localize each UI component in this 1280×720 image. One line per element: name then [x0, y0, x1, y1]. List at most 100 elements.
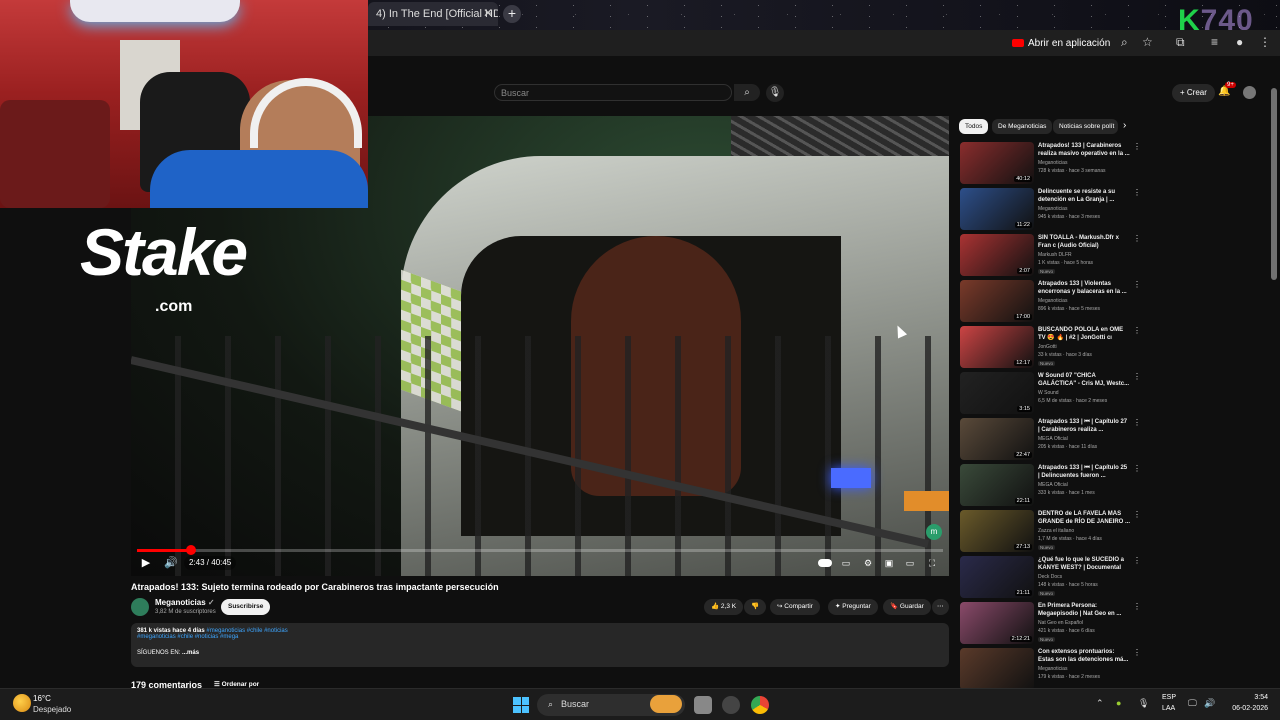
more-actions-button[interactable]: ⋯ — [932, 599, 949, 615]
speaker-icon[interactable]: 🔊 — [1204, 698, 1215, 709]
recommendation-title[interactable]: En Primera Persona: Megaepisodio | Nat G… — [1038, 602, 1130, 618]
more-vert-icon[interactable]: ⋮ — [1133, 418, 1141, 427]
language-indicator[interactable]: ESP — [1162, 694, 1176, 701]
video-thumbnail[interactable]: 3:15 — [960, 372, 1034, 414]
video-thumbnail[interactable]: 11:22 — [960, 188, 1034, 230]
tab-close-icon[interactable]: ✕ — [483, 6, 493, 20]
video-thumbnail[interactable]: 22:11 — [960, 464, 1034, 506]
recommendation-channel[interactable]: W Sound — [1038, 390, 1059, 396]
more-vert-icon[interactable]: ⋮ — [1133, 234, 1141, 243]
recommendation-title[interactable]: Atrapados! 133 | Carabineros realiza mas… — [1038, 142, 1130, 158]
video-thumbnail[interactable] — [960, 648, 1034, 690]
page-scrollbar[interactable] — [1271, 88, 1277, 280]
video-thumbnail[interactable]: 22:47 — [960, 418, 1034, 460]
account-avatar[interactable] — [1243, 86, 1256, 99]
recommendation-channel[interactable]: Meganoticias — [1038, 666, 1067, 672]
profile-icon[interactable]: ● — [1236, 35, 1243, 49]
settings-gear-icon[interactable]: ⚙ — [861, 556, 875, 570]
miniplayer-icon[interactable]: ▣ — [882, 556, 896, 570]
chevron-right-icon[interactable]: › — [1123, 120, 1126, 131]
recommendation-title[interactable]: Con extensos prontuarios: Estas son las … — [1038, 648, 1130, 664]
channel-watermark-icon[interactable]: m — [926, 524, 942, 540]
dislike-button[interactable]: 👎 — [744, 599, 767, 615]
chip-from-channel[interactable]: De Meganoticias — [992, 119, 1053, 134]
video-thumbnail[interactable]: 21:11 — [960, 556, 1034, 598]
video-thumbnail[interactable]: 12:17 — [960, 326, 1034, 368]
browser-tab[interactable]: 4) In The End [Official HD Mu — [368, 2, 498, 26]
keyboard-layout[interactable]: LAA — [1162, 705, 1175, 712]
weather-description[interactable]: Despejado — [33, 705, 71, 714]
recommendation-item[interactable]: 21:11 ¿Qué fue lo que le SUCEDIÓ a KANYE… — [960, 556, 1141, 598]
recommendation-title[interactable]: Atrapados 133 | Violentas encerronas y b… — [1038, 280, 1130, 296]
more-vert-icon[interactable]: ⋮ — [1133, 602, 1141, 611]
more-vert-icon[interactable]: ⋮ — [1133, 648, 1141, 657]
sort-comments-button[interactable]: ☰ Ordenar por — [214, 680, 259, 688]
fullscreen-icon[interactable]: ⛶ — [925, 556, 939, 570]
video-thumbnail[interactable]: 2:12:21 — [960, 602, 1034, 644]
recommendation-channel[interactable]: MEGA Oficial — [1038, 436, 1068, 442]
voice-search-button[interactable]: 🎙 — [766, 84, 784, 102]
zoom-icon[interactable]: ⌕ — [1121, 35, 1128, 50]
bookmark-star-icon[interactable]: ☆ — [1142, 35, 1153, 49]
obs-icon[interactable] — [722, 696, 740, 714]
subscribe-button[interactable]: Suscribirse — [221, 599, 271, 615]
search-button[interactable]: ⌕ — [734, 84, 760, 101]
task-view-icon[interactable] — [694, 696, 712, 714]
menu-icon[interactable]: ⋮ — [1259, 35, 1271, 49]
more-vert-icon[interactable]: ⋮ — [1133, 556, 1141, 565]
recommendation-channel[interactable]: Markush DLFR — [1038, 252, 1072, 258]
autoplay-toggle[interactable] — [818, 559, 832, 567]
description-box[interactable]: 381 k vistas hace 4 días #meganoticias #… — [131, 623, 949, 667]
channel-avatar[interactable] — [131, 598, 149, 616]
share-button[interactable]: ↪ Compartir — [770, 599, 820, 615]
subtitles-icon[interactable]: ▭ — [839, 556, 853, 570]
video-thumbnail[interactable]: 40:12 — [960, 142, 1034, 184]
recommendation-item[interactable]: 3:15 W Sound 07 "CHICA GALÁCTICA" - Cris… — [960, 372, 1141, 414]
recommendation-title[interactable]: SIN TOALLA - Markush.Dfr x Fran c (Audio… — [1038, 234, 1130, 250]
recommendation-channel[interactable]: JonGotti — [1038, 344, 1057, 350]
theater-mode-icon[interactable]: ▭ — [903, 556, 917, 570]
recommendation-item[interactable]: 22:11 Atrapados 133 | ⏮ | Capítulo 25 | … — [960, 464, 1141, 506]
recommendation-channel[interactable]: Zazza el italiano — [1038, 528, 1074, 534]
weather-icon[interactable] — [13, 694, 31, 712]
ask-button[interactable]: ✦ Preguntar — [828, 599, 878, 615]
search-highlight-icon[interactable] — [650, 695, 682, 713]
microphone-icon[interactable]: 🎙 — [1138, 698, 1149, 709]
like-button[interactable]: 👍 2,3 K — [704, 599, 744, 615]
recommendation-item[interactable]: 2:07 SIN TOALLA - Markush.Dfr x Fran c (… — [960, 234, 1141, 276]
create-button[interactable]: + Crear — [1172, 84, 1215, 102]
recommendation-title[interactable]: BUSCANDO POLOLA en OME TV 😍 🔥 | #2 | Jon… — [1038, 326, 1130, 342]
recommendation-item[interactable]: 11:22 Delincuente se resiste a su detenc… — [960, 188, 1141, 230]
extensions-icon[interactable]: ⧉ — [1176, 35, 1185, 50]
recommendation-item[interactable]: 2:12:21 En Primera Persona: Megaepisodio… — [960, 602, 1141, 644]
tray-chevron-up-icon[interactable]: ⌃ — [1096, 698, 1104, 709]
recommendation-channel[interactable]: Nat Geo en Español — [1038, 620, 1083, 626]
new-tab-button[interactable]: + — [503, 5, 521, 23]
more-vert-icon[interactable]: ⋮ — [1133, 280, 1141, 289]
windows-start-icon[interactable] — [513, 697, 529, 713]
recommendation-title[interactable]: ¿Qué fue lo que le SUCEDIÓ a KANYE WEST?… — [1038, 556, 1130, 572]
more-vert-icon[interactable]: ⋮ — [1133, 372, 1141, 381]
search-input[interactable]: Buscar — [494, 84, 732, 101]
clock-date[interactable]: 06-02-2026 — [1226, 705, 1268, 712]
show-more-link[interactable]: ...más — [182, 650, 199, 656]
chip-all[interactable]: Todos — [959, 119, 989, 134]
recommendation-item[interactable]: 27:13 DENTRO de LA FAVELA MÁS GRANDE de … — [960, 510, 1141, 552]
media-controls-icon[interactable]: ≡ — [1211, 35, 1218, 49]
recommendation-channel[interactable]: MEGA Oficial — [1038, 482, 1068, 488]
more-vert-icon[interactable]: ⋮ — [1133, 188, 1141, 197]
recommendation-item[interactable]: 22:47 Atrapados 133 | ⏮ | Capítulo 27 | … — [960, 418, 1141, 460]
network-icon[interactable]: 🖵 — [1188, 698, 1197, 709]
recommendation-title[interactable]: Atrapados 133 | ⏮ | Capítulo 27 | Carabi… — [1038, 418, 1130, 434]
clock-time[interactable]: 3:54 — [1226, 694, 1268, 701]
recommendation-title[interactable]: DENTRO de LA FAVELA MÁS GRANDE de RÍO DE… — [1038, 510, 1130, 526]
recommendation-channel[interactable]: Deck Docs — [1038, 574, 1062, 580]
chrome-icon[interactable] — [751, 696, 769, 714]
recommendation-item[interactable]: 17:00 Atrapados 133 | Violentas encerron… — [960, 280, 1141, 322]
recommendation-channel[interactable]: Meganoticias — [1038, 160, 1067, 166]
recommendation-title[interactable]: Atrapados 133 | ⏮ | Capítulo 25 | Delinc… — [1038, 464, 1130, 480]
save-button[interactable]: 🔖 Guardar — [883, 599, 931, 615]
play-button[interactable]: ▶ — [137, 554, 155, 572]
more-vert-icon[interactable]: ⋮ — [1133, 510, 1141, 519]
recommendation-item[interactable]: 40:12 Atrapados! 133 | Carabineros reali… — [960, 142, 1141, 184]
